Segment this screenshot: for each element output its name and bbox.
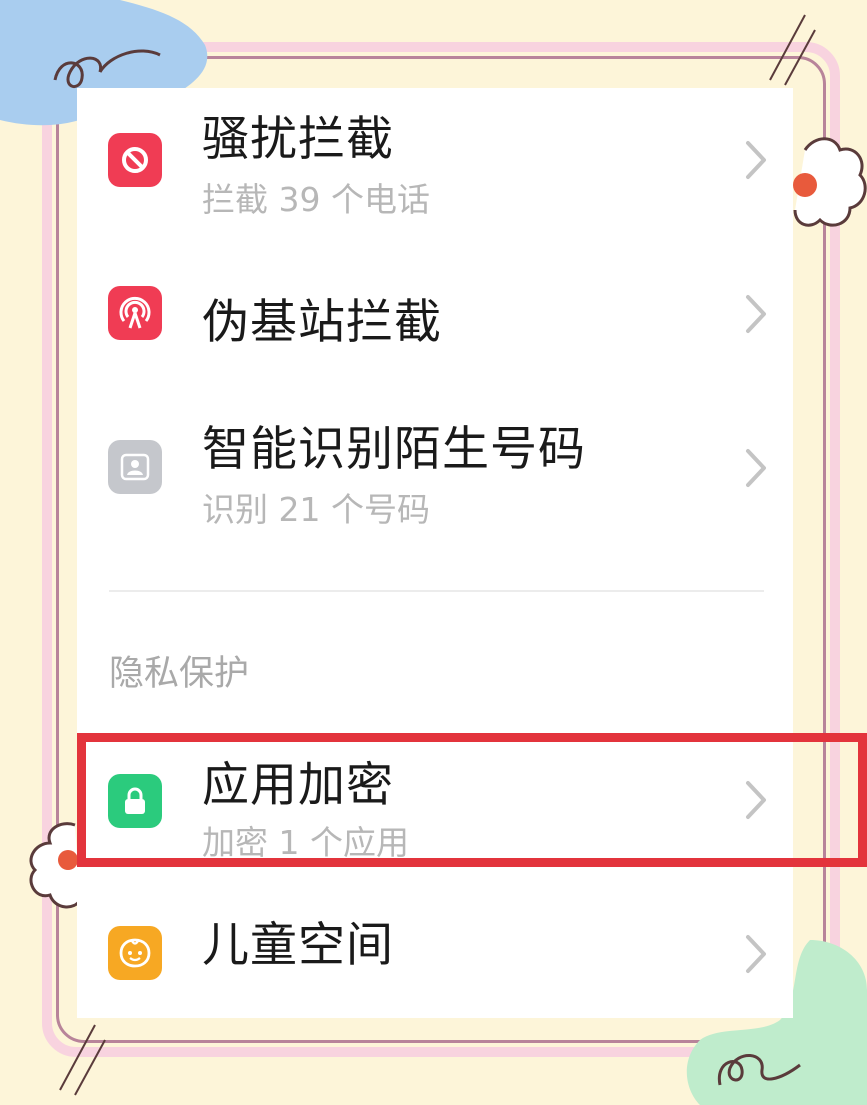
chevron-right-icon: [746, 935, 766, 973]
list-item-title: 伪基站拦截: [202, 295, 442, 350]
list-item-subtitle: 拦截 39 个电话: [202, 180, 430, 219]
list-item-identify-unknown-numbers[interactable]: 智能识别陌生号码 识别 21 个号码: [77, 388, 793, 558]
signal-tower-icon: [108, 286, 162, 340]
list-item-title: 智能识别陌生号码: [202, 422, 586, 477]
contact-card-icon: [108, 440, 162, 494]
settings-panel: 骚扰拦截 拦截 39 个电话 伪基站拦截 智能识别陌生号码 识别 21 个号码 …: [77, 88, 793, 1018]
list-item-subtitle: 识别 21 个号码: [202, 490, 430, 529]
chevron-right-icon: [746, 449, 766, 487]
list-item-fake-base-station-block[interactable]: 伪基站拦截: [77, 238, 793, 388]
lock-icon: [108, 774, 162, 828]
chevron-right-icon: [746, 781, 766, 819]
chevron-right-icon: [746, 295, 766, 333]
section-divider: [109, 590, 764, 592]
list-item-app-encryption[interactable]: 应用加密 加密 1 个应用: [77, 738, 793, 868]
list-item-subtitle: 加密 1 个应用: [202, 823, 409, 862]
chevron-right-icon: [746, 141, 766, 179]
list-item-title: 骚扰拦截: [202, 112, 394, 167]
list-item-title: 儿童空间: [202, 918, 394, 973]
list-item-kids-space[interactable]: 儿童空间: [77, 888, 793, 1018]
block-icon: [108, 133, 162, 187]
section-title-privacy: 隐私保护: [109, 654, 250, 694]
child-face-icon: [108, 926, 162, 980]
list-item-title: 应用加密: [202, 758, 394, 813]
list-item-harassment-block[interactable]: 骚扰拦截 拦截 39 个电话: [77, 88, 793, 238]
